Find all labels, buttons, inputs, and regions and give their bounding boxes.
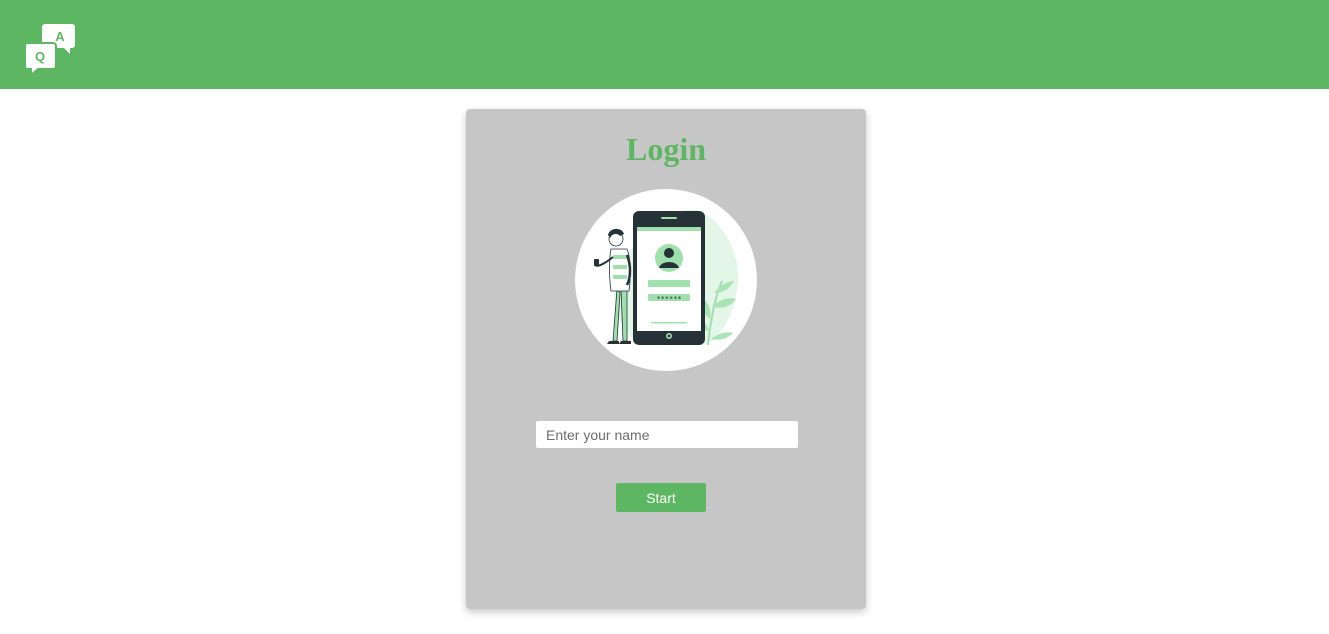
logo-letter-q: Q	[35, 49, 45, 64]
logo-letter-a: A	[55, 29, 65, 44]
name-input[interactable]	[536, 421, 798, 448]
password-mask: ******	[656, 295, 681, 303]
login-card: Login ****** Enter your name Start	[466, 109, 866, 609]
start-button[interactable]: Start	[616, 483, 706, 512]
mobile-login-illustration: ******	[575, 189, 757, 371]
page-title: Login	[625, 131, 707, 167]
top-bar: A Q	[0, 0, 1329, 89]
qa-chat-bubbles-icon[interactable]: A Q	[24, 23, 76, 75]
